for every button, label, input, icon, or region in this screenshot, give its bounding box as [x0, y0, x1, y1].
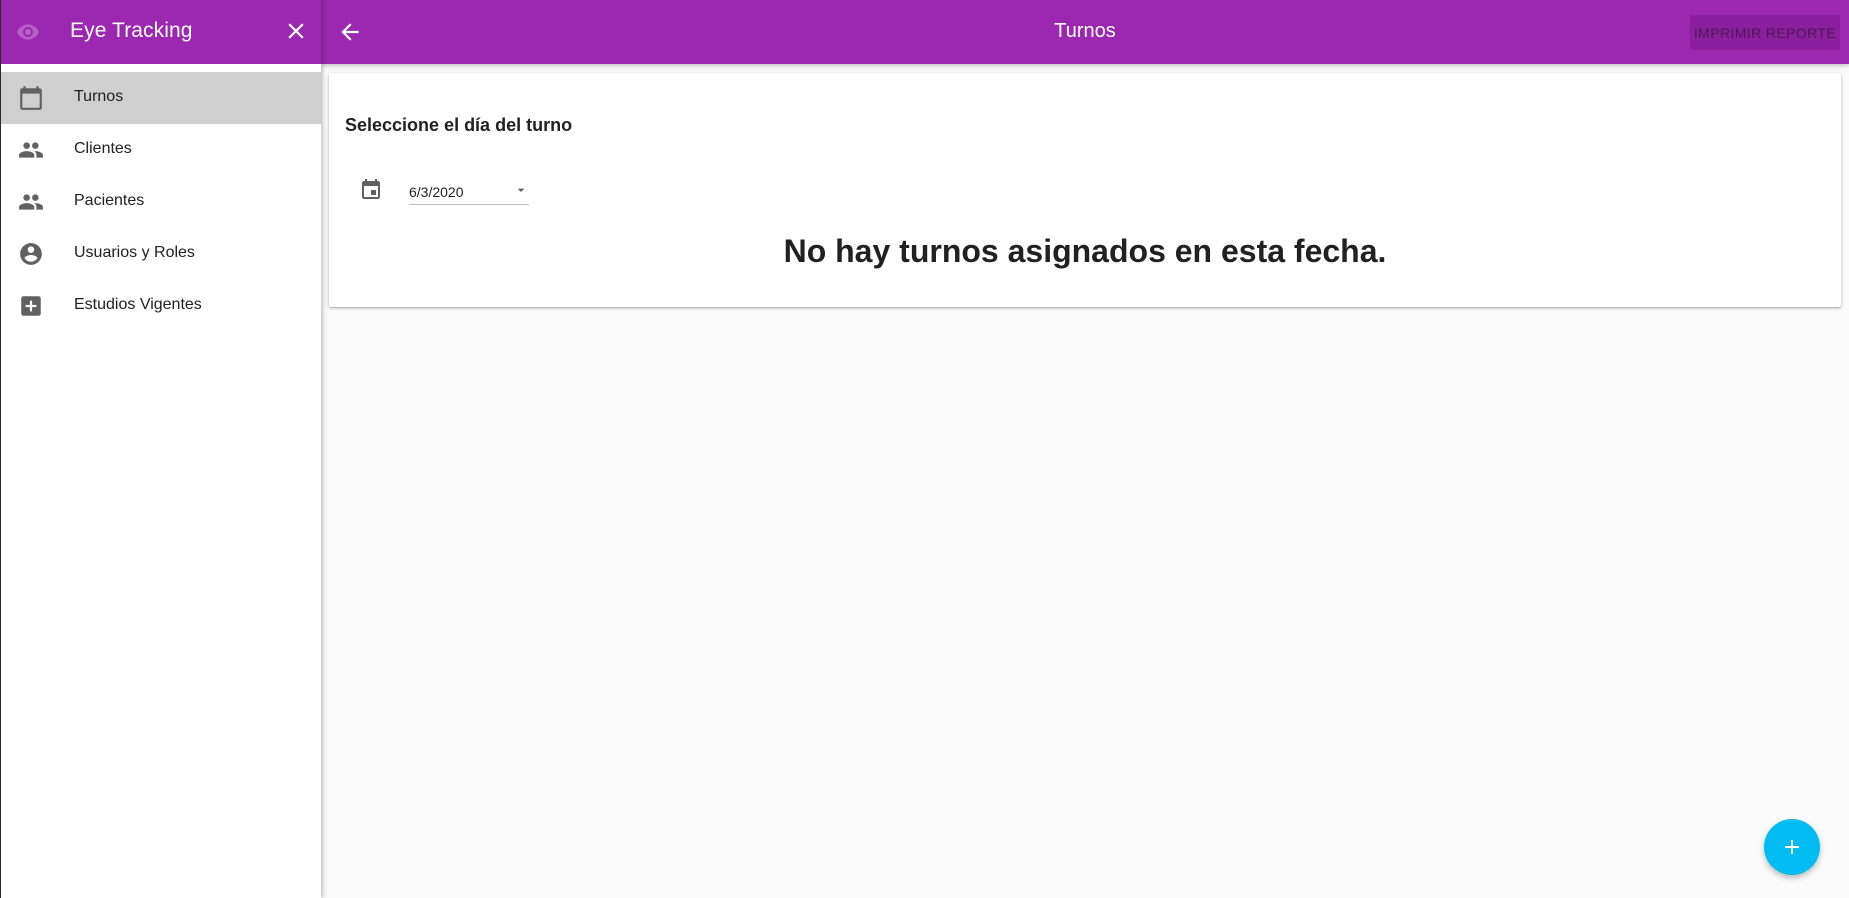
empty-state-message: No hay turnos asignados en esta fecha.: [783, 233, 1387, 269]
date-value: 6/3/2020: [409, 184, 464, 200]
sidebar-item-label: Estudios Vigentes: [74, 296, 202, 313]
add-icon: [1785, 840, 1799, 854]
eye-icon: [15, 20, 41, 44]
page-title: Turnos: [1054, 20, 1116, 42]
event-icon: [359, 178, 383, 202]
card-title: Seleccione el día del turno: [345, 115, 573, 135]
sidebar-item-label: Turnos: [74, 88, 124, 105]
sidebar-item-pacientes[interactable]: Pacientes: [1, 176, 321, 228]
sidebar-item-estudios-vigentes[interactable]: Estudios Vigentes: [1, 280, 321, 332]
sidebar-item-label: Clientes: [74, 140, 132, 157]
calendar-icon: [18, 85, 44, 111]
sidebar-item-clientes[interactable]: Clientes: [1, 124, 321, 176]
app-title: Eye Tracking: [70, 19, 193, 42]
appointments-card: Seleccione el día del turno 6/3/2020 No …: [329, 73, 1841, 307]
print-report-button[interactable]: IMPRIMIR REPORTE: [1690, 15, 1840, 50]
close-icon: [288, 23, 304, 39]
medical-plus-icon: [18, 293, 44, 319]
date-picker-field[interactable]: 6/3/2020: [409, 179, 529, 205]
sidebar-item-usuarios-roles[interactable]: Usuarios y Roles: [1, 228, 321, 280]
sidebar: Eye Tracking Turnos Clientes Pacientes U…: [0, 0, 321, 898]
sidebar-nav: Turnos Clientes Pacientes Usuarios y Rol…: [1, 72, 321, 332]
account-circle-icon: [18, 241, 44, 267]
chevron-down-icon: [513, 182, 529, 198]
sidebar-item-label: Usuarios y Roles: [74, 244, 195, 261]
close-drawer-button[interactable]: [283, 18, 309, 44]
people-icon: [18, 189, 44, 215]
sidebar-header: Eye Tracking: [1, 0, 321, 64]
sidebar-item-turnos[interactable]: Turnos: [1, 72, 321, 124]
sidebar-item-label: Pacientes: [74, 192, 145, 209]
people-icon: [18, 137, 44, 163]
add-appointment-button[interactable]: [1764, 819, 1820, 875]
app-bar: Turnos IMPRIMIR REPORTE: [321, 0, 1849, 64]
